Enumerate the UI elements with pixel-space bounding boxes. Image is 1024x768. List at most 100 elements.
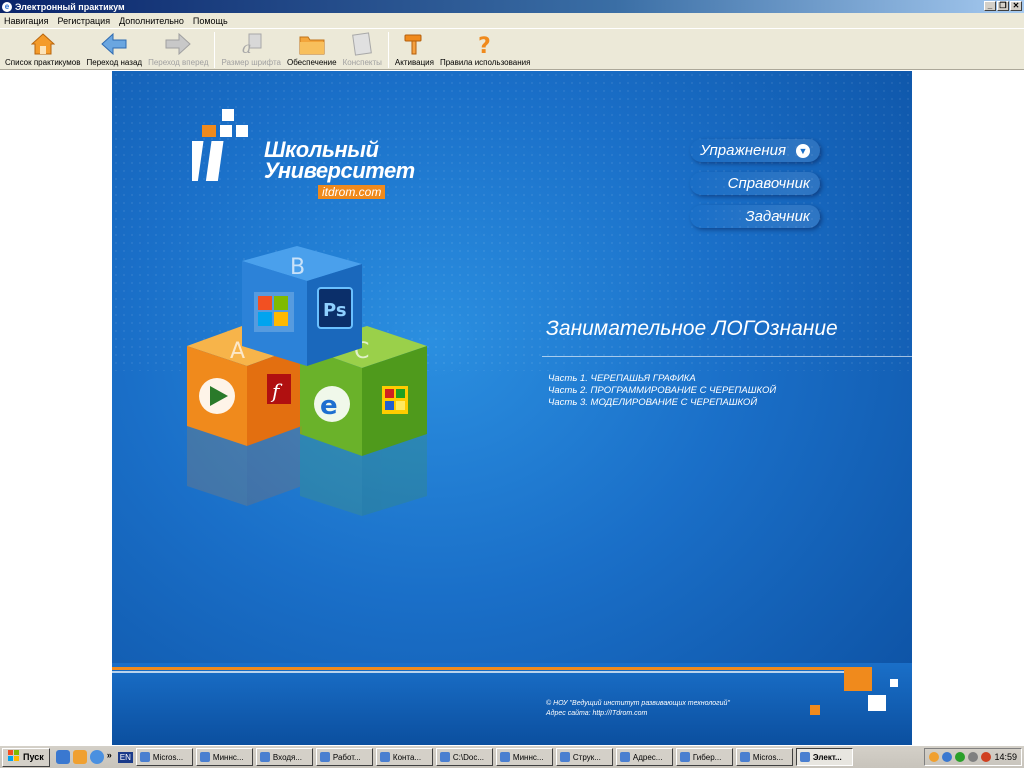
clock[interactable]: 14:59 xyxy=(994,752,1017,762)
task-app-icon xyxy=(139,752,150,762)
menu-help[interactable]: Помощь xyxy=(193,16,228,26)
tray-red-icon[interactable] xyxy=(981,752,992,762)
task-app-icon xyxy=(199,752,210,762)
taskbar-button[interactable]: Работ... xyxy=(315,748,373,766)
dropdown-arrow-icon: ▼ xyxy=(796,144,810,159)
logo-mark-icon xyxy=(192,109,248,181)
task-app-icon xyxy=(259,752,270,762)
font-size-button[interactable]: a Размер шрифта xyxy=(218,29,283,69)
hammer-icon xyxy=(401,31,427,57)
menu-registration[interactable]: Регистрация xyxy=(57,16,110,26)
task-app-icon xyxy=(319,752,330,762)
window-controls: _ ❐ ✕ xyxy=(984,1,1022,11)
taskbar-button[interactable]: Входя... xyxy=(255,748,313,766)
taskbar-button[interactable]: Миннс... xyxy=(495,748,553,766)
window-title-bar[interactable]: e Электронный практикум _ ❐ ✕ xyxy=(0,0,1024,13)
taskbar: Пуск » EN Micros... Миннс... Входя... Работ… xyxy=(0,745,1024,768)
task-app-icon xyxy=(739,752,750,762)
course-part-1[interactable]: Часть 1. ЧЕРЕПАШЬЯ ГРАФИКА xyxy=(548,373,776,385)
cube-letter-top: В xyxy=(290,255,305,280)
blue-cube: Ps В xyxy=(242,246,362,366)
start-button[interactable]: Пуск xyxy=(2,747,50,767)
logo-title: Школьный Университет xyxy=(264,137,415,183)
folder-icon xyxy=(299,31,325,57)
cubes-illustration: f А e С Ps В xyxy=(187,246,427,516)
title-divider xyxy=(542,356,912,357)
task-app-icon xyxy=(679,752,690,762)
menu-additional[interactable]: Дополнительно xyxy=(119,16,184,26)
svg-text:?: ? xyxy=(478,34,491,56)
footer-orange-line xyxy=(112,667,872,670)
toolbar-separator xyxy=(387,32,389,68)
taskbar-button[interactable]: Micros... xyxy=(135,748,193,766)
help-icon: ? xyxy=(472,31,498,57)
taskbar-button[interactable]: Струк... xyxy=(555,748,613,766)
support-button[interactable]: Обеспечение xyxy=(284,29,340,69)
task-app-icon xyxy=(559,752,570,762)
window-title: Электронный практикум xyxy=(15,1,125,12)
taskbar-button[interactable]: Гибер... xyxy=(675,748,733,766)
problems-link[interactable]: Задачник xyxy=(690,205,820,228)
taskbar-button[interactable]: Micros... xyxy=(735,748,793,766)
volume-icon[interactable] xyxy=(968,752,979,762)
svg-text:e: e xyxy=(320,391,338,421)
browser-icon[interactable] xyxy=(72,750,87,764)
toolbar: Список практикумов Переход назад Переход… xyxy=(0,28,1024,70)
taskbar-button[interactable]: Конта... xyxy=(375,748,433,766)
section-menu: Упражнения ▼ Справочник Задачник xyxy=(690,139,820,238)
copyright-text: © НОУ "Ведущий институт развивающих техн… xyxy=(546,700,730,707)
activation-button[interactable]: Активация xyxy=(392,29,437,69)
menu-navigation[interactable]: Навигация xyxy=(4,16,48,26)
language-indicator[interactable]: EN xyxy=(117,751,133,763)
svg-text:a: a xyxy=(242,38,252,56)
footer-credits: © НОУ "Ведущий институт развивающих техн… xyxy=(546,699,730,719)
task-app-icon xyxy=(799,752,810,762)
toolbar-separator xyxy=(214,32,216,68)
practicums-list-button[interactable]: Список практикумов xyxy=(2,29,84,69)
antivirus-icon[interactable] xyxy=(955,752,966,762)
tray-app-icon[interactable] xyxy=(929,752,940,762)
taskbar-button[interactable]: C:\Doc... xyxy=(435,748,493,766)
school-university-logo: Школьный Университет itdrom.com xyxy=(192,109,415,199)
task-app-icon xyxy=(499,752,510,762)
course-part-3[interactable]: Часть 3. МОДЕЛИРОВАНИЕ С ЧЕРЕПАШКОЙ xyxy=(548,397,776,409)
task-app-icon xyxy=(619,752,630,762)
minimize-button[interactable]: _ xyxy=(984,1,996,11)
svg-text:Ps: Ps xyxy=(323,300,347,321)
course-parts-list: Часть 1. ЧЕРЕПАШЬЯ ГРАФИКА Часть 2. ПРОГ… xyxy=(548,373,776,409)
menu-bar: Навигация Регистрация Дополнительно Помо… xyxy=(0,13,1024,28)
back-arrow-icon xyxy=(101,31,127,57)
home-icon xyxy=(30,31,56,57)
course-part-2[interactable]: Часть 2. ПРОГРАММИРОВАНИЕ С ЧЕРЕПАШКОЙ xyxy=(548,385,776,397)
system-tray: 14:59 xyxy=(924,748,1022,766)
font-size-icon: a xyxy=(238,31,264,57)
course-title: Занимательное ЛОГОзнание xyxy=(546,317,838,340)
footer-squares-decoration xyxy=(810,667,898,715)
reference-link[interactable]: Справочник xyxy=(690,172,820,195)
close-button[interactable]: ✕ xyxy=(1010,1,1022,11)
footer-white-line xyxy=(112,671,872,673)
content-area: Школьный Университет itdrom.com f А e С … xyxy=(0,71,1024,745)
usage-rules-button[interactable]: ? Правила использования xyxy=(437,29,533,69)
taskbar-button[interactable]: Элект... xyxy=(795,748,853,766)
quick-launch: » xyxy=(55,750,112,764)
forward-arrow-icon xyxy=(165,31,192,57)
desktop-icon[interactable] xyxy=(55,750,70,764)
media-icon[interactable] xyxy=(89,750,104,764)
back-button[interactable]: Переход назад xyxy=(84,29,146,69)
site-address: Адрес сайта: http://ITdrom.com xyxy=(546,710,648,717)
forward-button[interactable]: Переход вперед xyxy=(145,29,211,69)
windows-flag-icon xyxy=(8,750,20,764)
exercises-link[interactable]: Упражнения ▼ xyxy=(690,139,820,162)
more-chevron-icon[interactable]: » xyxy=(107,750,112,764)
notes-button[interactable]: Конспекты xyxy=(340,29,385,69)
footer-band xyxy=(112,663,912,745)
logo-url-badge: itdrom.com xyxy=(318,185,386,199)
network-icon[interactable] xyxy=(942,752,953,762)
maximize-button[interactable]: ❐ xyxy=(997,1,1009,11)
taskbar-button[interactable]: Адрес... xyxy=(615,748,673,766)
notes-icon xyxy=(349,31,375,57)
task-app-icon xyxy=(379,752,390,762)
app-icon: e xyxy=(2,1,12,12)
taskbar-button[interactable]: Миннс... xyxy=(195,748,253,766)
